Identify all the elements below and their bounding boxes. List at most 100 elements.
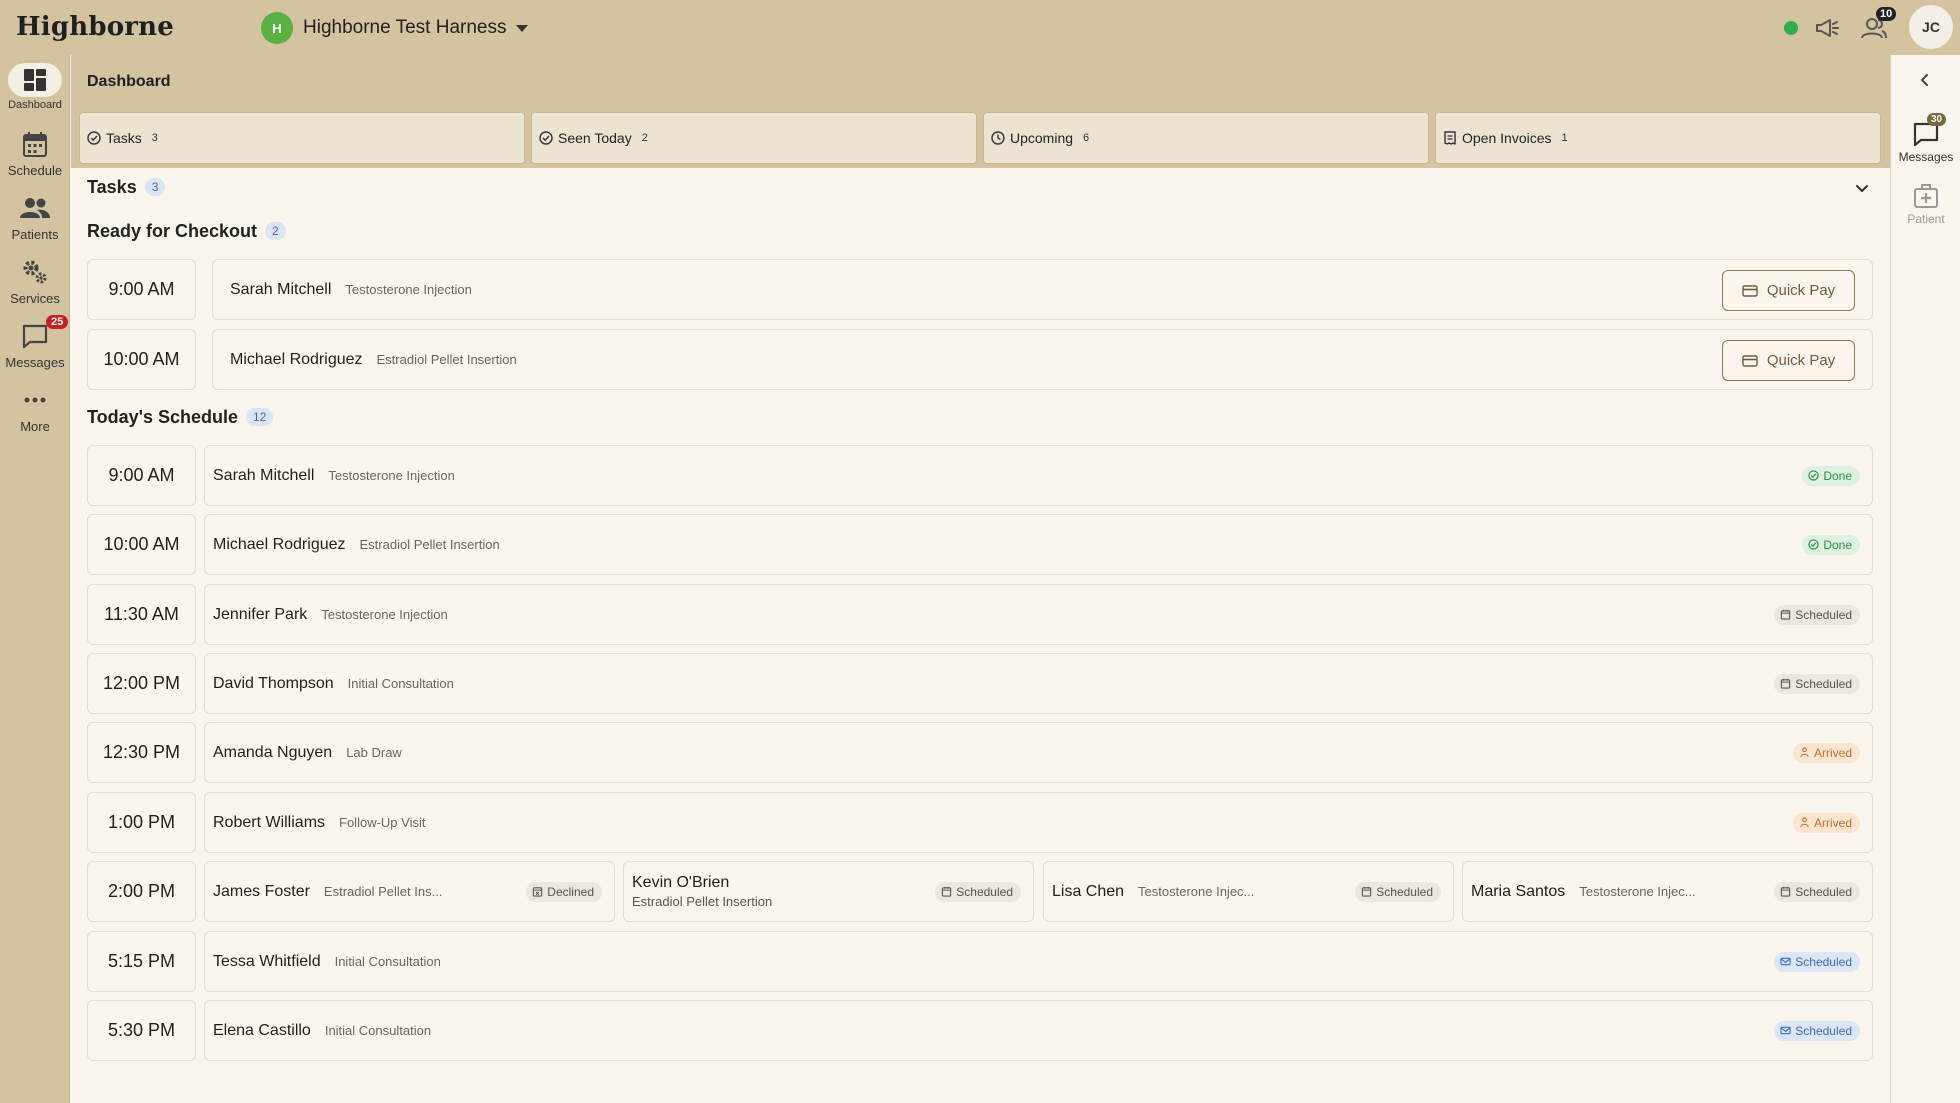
notifications-badge: 10 [1876,7,1897,21]
rail-messages-button[interactable]: 30 Messages [1891,113,1960,164]
checkout-heading: Ready for Checkout 2 [87,221,286,242]
patient-name: Sarah Mitchell [213,466,315,484]
nav-item-services[interactable]: Services [0,255,70,306]
quick-pay-button[interactable]: Quick Pay [1722,270,1855,311]
credit-card-icon [1742,284,1758,297]
top-bar: Highborne H Highborne Test Harness 10 JC [0,0,1960,55]
status-badge: Scheduled [1774,604,1860,625]
schedule-title: Today's Schedule [87,407,238,427]
calendar-icon [1781,886,1791,897]
schedule-row[interactable]: Lisa Chen Testosterone Injec... Scheduled [1043,861,1454,922]
schedule-time: 5:15 PM [87,931,196,992]
schedule-row[interactable]: Jennifer Park Testosterone Injection Sche… [204,584,1873,645]
stat-card-tasks[interactable]: Tasks 3 [79,112,525,164]
schedule-time: 12:30 PM [87,722,196,783]
status-badge: Arrived [1792,812,1860,833]
schedule-time: 11:30 AM [87,584,196,645]
patient-name: Michael Rodriguez [213,535,346,553]
check-circle-icon [539,131,553,145]
nav-item-patients[interactable]: Patients [0,191,70,242]
status-badge: Scheduled [935,881,1021,902]
caret-down-icon [516,24,529,32]
patient-name: Michael Rodriguez [230,350,363,368]
schedule-row[interactable]: Kevin O'Brien Estradiol Pellet Insertion… [623,861,1034,922]
schedule-count-badge: 12 [246,408,274,426]
org-name: Highborne Test Harness [303,17,507,38]
service-name: Testosterone Injection [345,281,472,297]
rail-messages-badge: 30 [1927,113,1947,126]
user-avatar[interactable]: JC [1909,5,1953,49]
checkout-row[interactable]: Sarah Mitchell Testosterone Injection Qui… [212,259,1873,320]
envelope-icon [1780,957,1791,966]
schedule-row[interactable]: Amanda Nguyen Lab Draw Arrived [204,722,1873,783]
status-badge: Scheduled [1774,1020,1860,1041]
stat-card-seen-today[interactable]: Seen Today 2 [531,112,977,164]
left-nav: Dashboard Schedule Patients Services 25 … [0,55,70,1103]
schedule-heading: Today's Schedule 12 [87,407,274,428]
stat-count: 2 [641,132,648,144]
tasks-heading: Tasks 3 [87,177,166,198]
check-circle-icon [87,131,101,145]
schedule-row[interactable]: Tessa Whitfield Initial Consultation Sche… [204,931,1873,992]
staff-notifications-button[interactable]: 10 [1859,7,1897,43]
service-name: Testosterone Injection [321,606,448,622]
stat-card-upcoming[interactable]: Upcoming 6 [983,112,1429,164]
nav-item-dashboard[interactable]: Dashboard [0,63,70,111]
schedule-row[interactable]: Maria Santos Testosterone Injec... Schedu… [1462,861,1873,922]
status-badge: Scheduled [1774,673,1860,694]
nav-label: Schedule [7,163,63,178]
nav-item-schedule[interactable]: Schedule [0,127,70,178]
brand-logo[interactable]: Highborne [16,12,174,42]
schedule-row[interactable]: Michael Rodriguez Estradiol Pellet Insert… [204,514,1873,575]
chevron-down-icon [1856,185,1868,192]
status-badge: Scheduled [1355,881,1441,902]
check-circle-icon [1808,539,1819,550]
nav-item-more[interactable]: More [0,383,70,434]
schedule-time: 1:00 PM [87,792,196,853]
calendar-x-icon [533,887,543,897]
check-circle-icon [1808,470,1819,481]
patient-name: Maria Santos [1471,882,1566,900]
schedule-row[interactable]: David Thompson Initial Consultation Sched… [204,653,1873,714]
service-name: Testosterone Injection [328,467,455,483]
service-name: Follow-Up Visit [339,814,426,830]
tasks-count-badge: 3 [144,178,166,196]
nav-item-messages[interactable]: 25 Messages [0,315,70,370]
schedule-time: 2:00 PM [87,861,196,922]
status-badge: Declined [526,881,602,902]
stat-label: Tasks [106,130,142,146]
nav-label: Dashboard [8,99,62,111]
patient-name: Jennifer Park [213,605,308,623]
message-icon [22,324,48,349]
org-avatar: H [261,12,293,44]
stat-count: 3 [151,132,158,144]
rail-patient-button[interactable]: Patient [1891,183,1960,226]
schedule-row[interactable]: James Foster Estradiol Pellet Ins... Decl… [204,861,615,922]
calendar-icon [1781,678,1791,689]
nav-label: Services [10,291,60,306]
checkout-time: 10:00 AM [87,329,196,390]
patient-name: Sarah Mitchell [230,280,332,298]
stat-cards: Tasks 3 Seen Today 2 Upcoming 6 Open Inv… [71,109,1890,168]
schedule-row[interactable]: Sarah Mitchell Testosterone Injection Don… [204,445,1873,506]
stat-card-open-invoices[interactable]: Open Invoices 1 [1435,112,1881,164]
rail-label: Patient [1907,212,1945,226]
schedule-time: 9:00 AM [87,445,196,506]
schedule-row[interactable]: Elena Castillo Initial Consultation Sched… [204,1000,1873,1061]
service-name: Lab Draw [346,744,402,760]
collapse-tasks-button[interactable] [1852,179,1872,199]
stat-count: 1 [1561,132,1568,144]
announcements-button[interactable] [1813,13,1843,43]
envelope-icon [1780,1026,1791,1035]
collapse-rail-button[interactable] [1915,70,1935,90]
schedule-row[interactable]: Robert Williams Follow-Up Visit Arrived [204,792,1873,853]
checkout-title: Ready for Checkout [87,221,258,241]
checkout-row[interactable]: Michael Rodriguez Estradiol Pellet Insert… [212,329,1873,390]
people-icon [20,198,50,218]
org-switcher[interactable]: H Highborne Test Harness [261,12,529,44]
quick-pay-button[interactable]: Quick Pay [1722,340,1855,381]
calendar-icon [1781,609,1791,620]
service-name: Estradiol Pellet Ins... [323,883,443,899]
service-name: Estradiol Pellet Insertion [359,536,500,552]
patient-name: Lisa Chen [1052,882,1125,900]
